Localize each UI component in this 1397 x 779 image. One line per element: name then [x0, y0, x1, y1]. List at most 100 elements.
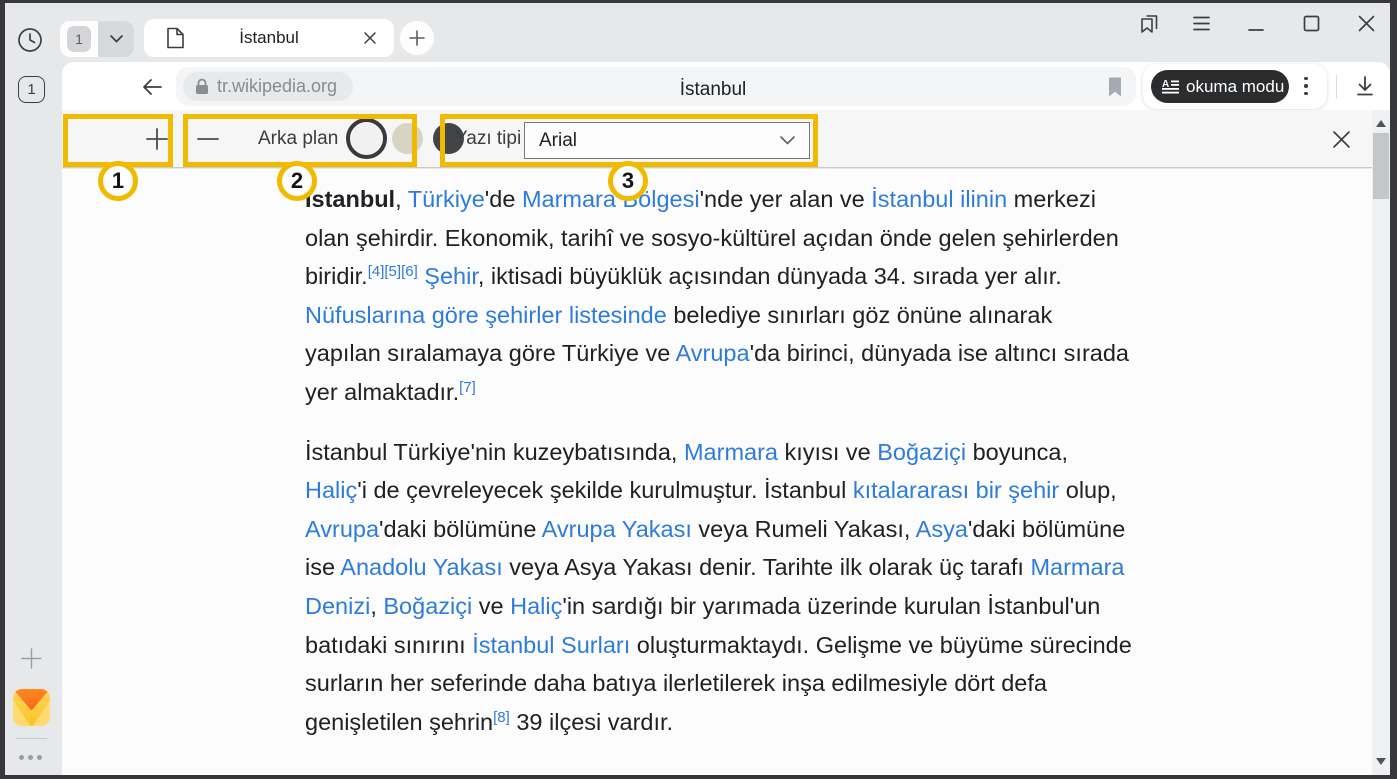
article-text: veya Asya Yakası denir. Tarihte ilk olar…: [503, 554, 1031, 580]
font-label: Yazı tipi: [455, 128, 521, 150]
article-reference[interactable]: [5]: [384, 263, 401, 280]
minimize-button[interactable]: [1248, 20, 1270, 42]
bookmarks-panel-icon: [1138, 13, 1160, 35]
article-reference[interactable]: [7]: [459, 379, 476, 396]
address-bar: tr.wikipedia.org İstanbul A okuma modu: [62, 62, 1390, 110]
article-link[interactable]: Boğaziçi: [877, 439, 966, 465]
tab-close-button[interactable]: [360, 28, 380, 48]
zoom-out-button[interactable]: [195, 126, 221, 152]
background-swatch-sepia[interactable]: [392, 123, 423, 154]
article-link[interactable]: Anadolu Yakası: [340, 554, 502, 580]
history-button[interactable]: [16, 26, 44, 54]
reading-mode-cluster: A okuma modu: [1143, 64, 1327, 109]
reading-mode-label: okuma modu: [1186, 77, 1284, 97]
dot: [1304, 77, 1307, 80]
mail-app-icon[interactable]: [13, 689, 50, 726]
article-link[interactable]: Avrupa Yakası: [542, 516, 692, 542]
zoom-in-button[interactable]: [144, 126, 170, 152]
minimize-icon: [1248, 20, 1264, 32]
article-reference[interactable]: [8]: [493, 709, 510, 726]
sidebar-tab-counter[interactable]: 1: [18, 76, 45, 103]
bookmark-flag-icon: [1106, 76, 1124, 98]
tab-group-count-segment[interactable]: 1: [60, 21, 98, 57]
sidebar-more-button[interactable]: [19, 752, 45, 762]
reading-mode-options-button[interactable]: [1295, 73, 1317, 99]
article-text: 39 ilçesi vardır.: [510, 709, 673, 735]
lock-icon: [195, 78, 209, 95]
article-reference[interactable]: [4]: [368, 263, 385, 280]
maximize-button[interactable]: [1303, 15, 1325, 37]
article-text: boyunca,: [966, 439, 1068, 465]
article-text: İstanbul: [305, 186, 395, 212]
article-link[interactable]: Avrupa: [676, 340, 750, 366]
article-text: 'de: [485, 186, 522, 212]
article-text: , iktisadi büyüklük açısından dünyada 34…: [478, 263, 1062, 289]
clock-icon: [16, 26, 44, 54]
article-text: 'daki bölümüne: [379, 516, 542, 542]
reading-mode-badge[interactable]: A okuma modu: [1151, 70, 1289, 103]
reader-toolbar: Arka plan Yazı tipi Arial: [62, 110, 1390, 168]
browser-window: 1 İstanbul: [0, 0, 1397, 779]
article-paragraph: İstanbul, Türkiye'de Marmara Bölgesi'nde…: [305, 180, 1133, 412]
back-arrow-icon: [140, 76, 164, 98]
new-tab-button[interactable]: [400, 21, 434, 55]
window-close-button[interactable]: [1358, 15, 1380, 37]
article-link[interactable]: Marmara Bölgesi: [522, 186, 700, 212]
document-icon: [166, 27, 185, 49]
article-link[interactable]: Boğaziçi: [383, 593, 472, 619]
address-bar-divider: [1336, 75, 1337, 99]
article-link[interactable]: İstanbul Surları: [472, 632, 630, 658]
tab-title: İstanbul: [239, 28, 299, 48]
article-link[interactable]: Haliç: [510, 593, 562, 619]
tab-istanbul[interactable]: İstanbul: [144, 19, 394, 57]
article-text: 'nde yer alan ve: [700, 186, 872, 212]
downloads-button[interactable]: [1354, 75, 1376, 97]
article: İstanbul, Türkiye'de Marmara Bölgesi'nde…: [305, 180, 1133, 741]
article-reference[interactable]: [6]: [401, 263, 418, 280]
chevron-down-icon: [780, 136, 795, 145]
font-select[interactable]: Arial: [524, 122, 810, 159]
tab-group-expand[interactable]: [98, 21, 134, 57]
scrollbar-thumb[interactable]: [1373, 133, 1389, 199]
background-swatch-light[interactable]: [351, 123, 382, 154]
chevron-down-icon: [110, 35, 123, 43]
article-link[interactable]: kıtalararası bir şehir: [853, 477, 1059, 503]
article-link[interactable]: Nüfuslarına göre şehirler listesinde: [305, 302, 667, 328]
back-button[interactable]: [140, 76, 162, 98]
close-icon: [360, 28, 380, 48]
article-link[interactable]: Haliç: [305, 477, 357, 503]
tab-group-chip[interactable]: 1: [60, 21, 134, 57]
site-info-chip[interactable]: tr.wikipedia.org: [183, 72, 353, 101]
article-link[interactable]: İstanbul ilinin: [871, 186, 1007, 212]
menu-button[interactable]: [1193, 16, 1215, 38]
article-text: olup,: [1059, 477, 1117, 503]
dot: [37, 755, 42, 760]
reader-toolbar-close-button[interactable]: [1332, 130, 1351, 149]
close-icon: [1332, 130, 1351, 149]
article-text: kıyısı ve: [778, 439, 877, 465]
article-text: ,: [395, 186, 408, 212]
url-field[interactable]: tr.wikipedia.org İstanbul: [176, 67, 1136, 106]
scroll-up-arrow[interactable]: [1376, 120, 1386, 127]
article-link[interactable]: Marmara: [684, 439, 778, 465]
article-link[interactable]: Şehir: [424, 263, 478, 289]
bookmark-button[interactable]: [1106, 76, 1124, 98]
address-bar-title: İstanbul: [680, 79, 747, 101]
reading-mode-icon: A: [1162, 79, 1179, 95]
hamburger-icon: [1193, 16, 1210, 31]
background-label: Arka plan: [258, 128, 338, 150]
article-link[interactable]: Asya: [916, 516, 968, 542]
close-icon: [1358, 15, 1375, 32]
plus-icon: [408, 29, 426, 47]
side-panel-button[interactable]: [1138, 13, 1160, 35]
article-link[interactable]: Türkiye: [408, 186, 485, 212]
maximize-icon: [1303, 15, 1320, 32]
scrollbar[interactable]: [1372, 110, 1390, 775]
article-link[interactable]: Avrupa: [305, 516, 379, 542]
sidebar-tab-counter-value: 1: [27, 81, 35, 98]
reader-content: İstanbul, Türkiye'de Marmara Bölgesi'nde…: [62, 169, 1372, 775]
minus-icon: [195, 126, 221, 152]
article-text: veya Rumeli Yakası,: [692, 516, 916, 542]
sidebar-add-button[interactable]: [20, 647, 43, 670]
scroll-down-arrow[interactable]: [1376, 758, 1386, 765]
